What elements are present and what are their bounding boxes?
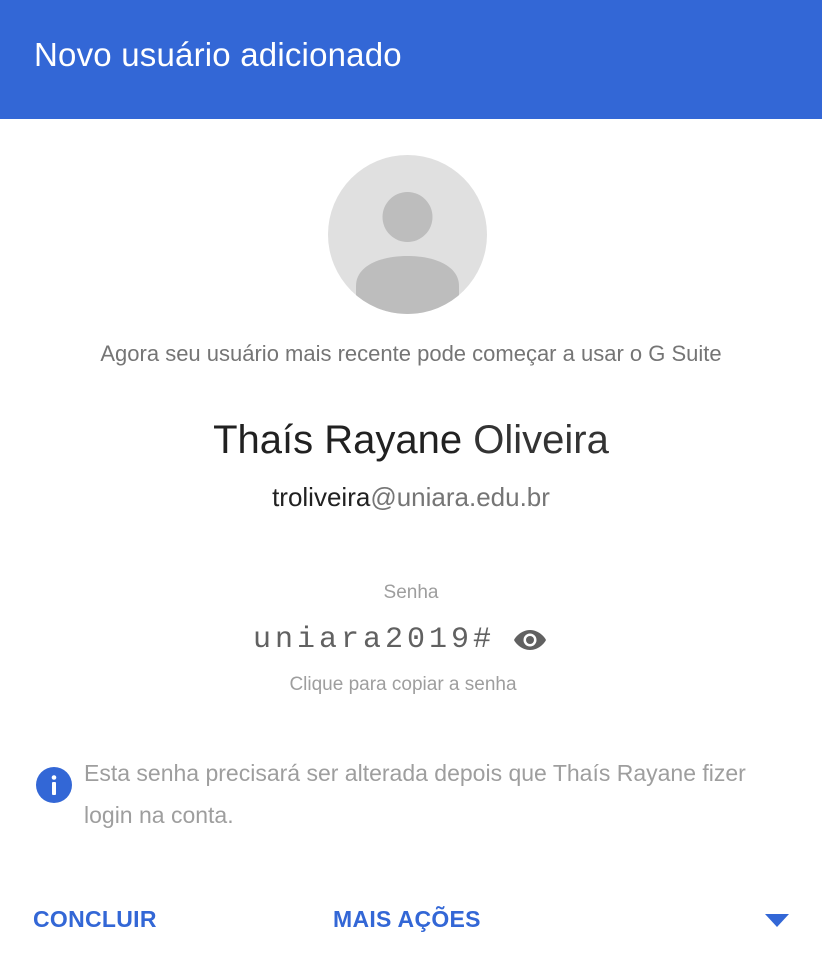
caret-down-icon[interactable] <box>765 914 789 928</box>
done-button[interactable]: CONCLUIR <box>33 906 157 933</box>
info-icon <box>36 767 72 803</box>
eye-icon[interactable] <box>513 628 547 652</box>
password-value[interactable]: uniara2019# <box>253 623 495 657</box>
more-actions-button[interactable]: MAIS AÇÕES <box>333 906 481 933</box>
password-change-notice: Esta senha precisará ser alterada depois… <box>84 760 746 828</box>
user-last-name: Oliveira <box>473 418 609 462</box>
email-local-part: troliveira <box>272 482 371 512</box>
password-row: uniara2019# <box>253 620 547 660</box>
user-full-name: Thaís Rayane Oliveira <box>0 418 822 463</box>
copy-password-hint[interactable]: Clique para copiar a senha <box>0 674 806 696</box>
user-avatar <box>328 155 487 314</box>
person-icon <box>356 192 459 314</box>
new-user-dialog: Novo usuário adicionado Agora seu usuári… <box>0 0 822 955</box>
email-domain: @uniara.edu.br <box>370 482 550 512</box>
user-email: troliveira@uniara.edu.br <box>0 482 822 513</box>
password-label: Senha <box>383 582 439 603</box>
welcome-message: Agora seu usuário mais recente pode come… <box>100 341 722 366</box>
user-first-names: Thaís Rayane <box>213 418 463 462</box>
dialog-title: Novo usuário adicionado <box>34 36 402 73</box>
dialog-header: Novo usuário adicionado <box>0 0 822 119</box>
